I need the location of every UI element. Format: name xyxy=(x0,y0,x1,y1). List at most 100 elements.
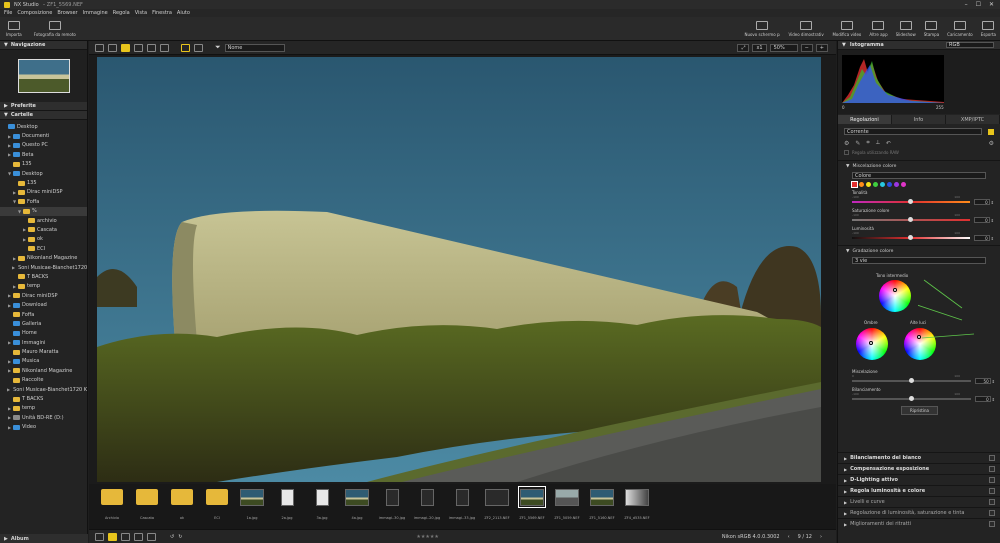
chevron-right-icon[interactable]: ▶ xyxy=(12,265,15,270)
folder-node[interactable]: 135 xyxy=(0,160,87,169)
crop-icon[interactable]: ⌗ xyxy=(866,139,869,147)
adjust-section-header[interactable]: ▶ D-Lighting attivo xyxy=(838,474,1000,485)
menu-item-vista[interactable]: Vista xyxy=(135,10,147,16)
filmstrip-item[interactable]: ok xyxy=(167,484,197,529)
preset-checkbox[interactable] xyxy=(988,128,994,135)
chevron-right-icon[interactable]: ▶ xyxy=(22,227,27,232)
folder-node[interactable]: ▼ Foffa xyxy=(0,197,87,206)
menu-item-immagine[interactable]: Immagine xyxy=(83,10,108,16)
tab-xmpiptc[interactable]: XMP/IPTC xyxy=(946,115,1000,124)
spinner-icon[interactable]: ⇕ xyxy=(991,236,994,241)
folder-node[interactable]: ▶ ok xyxy=(0,235,87,244)
adjust-section-header[interactable]: ▶ Compensazione esposizione xyxy=(838,463,1000,474)
filmstrip-item[interactable]: Cascata xyxy=(132,484,162,529)
prev-image-icon[interactable]: ‹ xyxy=(788,534,790,540)
filmstrip-item[interactable]: 1a.jpg xyxy=(237,484,267,529)
tab-info[interactable]: Info xyxy=(892,115,946,124)
chevron-down-icon[interactable]: ▼ xyxy=(12,199,17,204)
import-button[interactable]: Importa xyxy=(0,20,28,37)
split-view-icon[interactable] xyxy=(160,43,169,52)
focus-point-icon[interactable] xyxy=(194,43,203,52)
section-toggle[interactable] xyxy=(989,466,995,472)
remote-camera-button[interactable]: Fotografia da remoto xyxy=(28,20,82,37)
slideshow-button[interactable]: Slideshow xyxy=(892,20,920,37)
filmstrip-item[interactable]: immagi..20.jpg xyxy=(412,484,442,529)
filmstrip-item[interactable]: ZF1_5059.NEF xyxy=(552,484,582,529)
folders-header[interactable]: ▼ Cartelle xyxy=(0,111,87,120)
section-toggle[interactable] xyxy=(989,521,995,527)
table-icon[interactable] xyxy=(134,532,143,541)
navigation-header[interactable]: ▼ Navigazione xyxy=(0,41,87,50)
filmstrip-item[interactable]: 2a.jpg xyxy=(272,484,302,529)
star-rating[interactable]: ★★★★★ xyxy=(416,534,438,540)
slider-track[interactable] xyxy=(852,235,970,240)
folder-node[interactable]: ▶ Documenti xyxy=(0,131,87,140)
chevron-right-icon[interactable]: ▶ xyxy=(12,256,17,261)
compare-view-icon[interactable] xyxy=(147,43,156,52)
spinner-icon[interactable]: ⇕ xyxy=(991,200,994,205)
chevron-right-icon[interactable]: ▶ xyxy=(7,406,12,411)
chevron-right-icon[interactable]: ▶ xyxy=(12,284,17,289)
adjust-section-header[interactable]: ▶ Miglioramenti dei ritratti xyxy=(838,518,1000,529)
folder-node[interactable]: ▶ Soni Musicae-Bianchet1720 K2 xyxy=(0,385,87,394)
split-icon[interactable] xyxy=(147,532,156,541)
single-icon[interactable] xyxy=(121,532,130,541)
adjust-section-header[interactable]: ▶ Regolazione di luminosità, saturazione … xyxy=(838,507,1000,518)
color-swatch[interactable] xyxy=(859,182,864,187)
chevron-down-icon[interactable]: ▼ xyxy=(846,164,849,169)
color-swatch[interactable] xyxy=(873,182,878,187)
folder-node[interactable]: Galleria xyxy=(0,319,87,328)
spinner-icon[interactable]: ⇕ xyxy=(992,379,995,384)
folder-node[interactable]: ▶ Dirac miniDSP xyxy=(0,188,87,197)
folder-node[interactable]: Home xyxy=(0,329,87,338)
folder-node[interactable]: ▶ Nikonland Magazine xyxy=(0,253,87,262)
grid-view-icon[interactable] xyxy=(95,43,104,52)
zoom-1x-button[interactable]: x1 xyxy=(752,43,767,52)
folder-node[interactable]: T BACKS xyxy=(0,394,87,403)
export-button[interactable]: Esporta xyxy=(977,20,1000,37)
navigator-preview[interactable] xyxy=(0,50,87,102)
slider-knob[interactable] xyxy=(908,217,914,222)
filmstrip-item[interactable]: 4a.jpg xyxy=(342,484,372,529)
thumbnail-icon[interactable] xyxy=(95,532,104,541)
slider-knob[interactable] xyxy=(908,235,914,240)
folder-node[interactable]: ▶ Questo PC xyxy=(0,141,87,150)
straighten-icon[interactable]: ⟂ xyxy=(876,139,880,147)
folder-node[interactable]: ▶ Musica xyxy=(0,357,87,366)
print-button[interactable]: Stampa xyxy=(920,20,943,37)
folder-node[interactable]: Desktop xyxy=(0,122,87,131)
slider-value-input[interactable]: 0 xyxy=(973,217,990,223)
close-icon[interactable]: ✕ xyxy=(989,1,994,8)
raw-checkbox[interactable] xyxy=(844,150,849,155)
section-toggle[interactable] xyxy=(989,455,995,461)
folder-node[interactable]: ▶ Soni Musicae-Bianchet1720 K xyxy=(0,263,87,272)
folder-node[interactable]: 135 xyxy=(0,178,87,187)
label-icon[interactable] xyxy=(108,532,117,541)
chevron-right-icon[interactable]: ▶ xyxy=(22,237,27,242)
slider-value-input[interactable]: 50 xyxy=(974,378,991,384)
sort-select[interactable]: Nome xyxy=(224,43,285,52)
next-image-icon[interactable]: › xyxy=(820,534,822,540)
settings-gear-icon[interactable]: ⚙ xyxy=(989,140,994,147)
filmstrip-item[interactable]: ZF4_d535.NEF xyxy=(622,484,652,529)
filmstrip-item[interactable]: ECI xyxy=(202,484,232,529)
color-swatch[interactable] xyxy=(880,182,885,187)
folder-node[interactable]: ▶ temp xyxy=(0,404,87,413)
chevron-right-icon[interactable]: ▶ xyxy=(7,415,12,420)
favorites-header[interactable]: ▶ Preferite xyxy=(0,102,87,111)
zoom-in-icon[interactable]: + xyxy=(815,43,828,52)
retouch-brush-icon[interactable]: ✎ xyxy=(855,140,860,147)
single-view-icon[interactable] xyxy=(121,43,130,52)
menu-item-file[interactable]: File xyxy=(4,10,12,16)
filmstrip-item[interactable]: immagi..30.jpg xyxy=(377,484,407,529)
apps-button[interactable]: Altre app xyxy=(865,20,891,37)
slider-knob[interactable] xyxy=(908,378,914,383)
chevron-down-icon[interactable]: ▼ xyxy=(17,209,22,214)
slider-value-input[interactable]: 0 xyxy=(974,396,991,402)
menu-item-finestra[interactable]: Finestra xyxy=(152,10,172,16)
shadows-wheel[interactable] xyxy=(856,328,888,360)
section-toggle[interactable] xyxy=(989,499,995,505)
color-swatch[interactable] xyxy=(866,182,871,187)
filmstrip-item[interactable]: ZF1_5569.NEF xyxy=(517,484,547,529)
menu-item-aiuto[interactable]: Aiuto xyxy=(177,10,190,16)
